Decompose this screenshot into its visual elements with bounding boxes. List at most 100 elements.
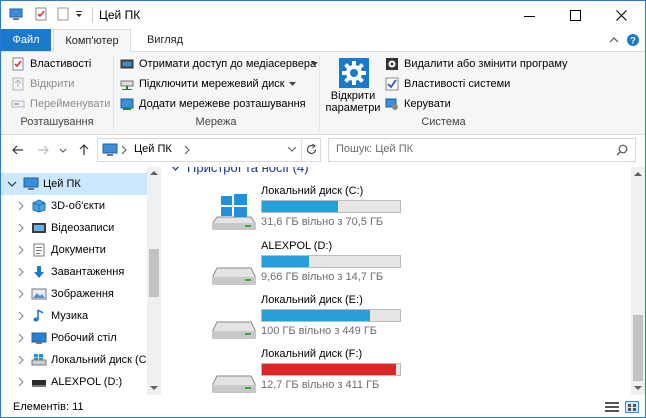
chevron-right-icon[interactable] (16, 245, 26, 255)
nav-item-alexpol-d[interactable]: ALEXPOL (D:) (1, 371, 149, 393)
chevron-right-icon[interactable] (16, 311, 26, 321)
nav-pane-scroll-thumb[interactable] (149, 249, 159, 297)
chevron-right-icon[interactable] (16, 377, 26, 387)
drive-name: Локальний диск (E:) (261, 294, 363, 306)
details-view-icon[interactable] (605, 401, 619, 413)
address-bar[interactable]: Цей ПК (97, 138, 321, 162)
maximize-button[interactable] (553, 1, 599, 29)
drive-tile-c[interactable]: Локальний диск (C:) 31,6 ГБ вільно з 70,… (211, 185, 411, 235)
back-arrow-icon[interactable] (11, 143, 25, 157)
nav-item-videos[interactable]: Відеозаписи (1, 217, 149, 239)
computer-icon (23, 177, 39, 190)
svg-text:?: ? (630, 36, 636, 46)
scroll-down-arrow-icon[interactable] (634, 385, 642, 391)
properties-quick-icon[interactable] (34, 7, 48, 21)
ribbon-group-network: Отримати доступ до медіасервера Підключи… (114, 52, 318, 134)
search-icon[interactable] (616, 144, 628, 156)
address-dropdown-icon[interactable] (288, 147, 296, 152)
ribbon-group-label-network: Мережа (195, 116, 237, 128)
drive-tile-d[interactable]: ALEXPOL (D:) 9,66 ГБ вільно з 14,7 ГБ (211, 240, 411, 290)
nav-item-3d-objects[interactable]: 3D-об'єкти (1, 195, 149, 217)
manage-icon (385, 98, 398, 110)
settings-gear-icon (339, 58, 369, 88)
nav-item-local-disk-c[interactable]: Локальний диск (C: (1, 349, 150, 371)
minimize-button[interactable] (507, 1, 553, 29)
ribbon-group-label-system: Система (421, 116, 466, 128)
maximize-icon (570, 10, 581, 21)
breadcrumb-chevron-icon[interactable] (184, 146, 190, 154)
scroll-up-arrow-icon[interactable] (150, 170, 158, 176)
chevron-down-icon[interactable] (171, 167, 180, 172)
content-scrollbar[interactable] (631, 167, 645, 395)
recent-locations-chevron-icon[interactable] (59, 143, 67, 157)
close-icon (616, 10, 627, 21)
content-area: Пристрої та носії (4) Локальний диск (C:… (161, 167, 645, 395)
chevron-right-icon[interactable] (16, 333, 26, 343)
large-icons-view-icon[interactable] (625, 401, 639, 413)
drive-usage-fill (262, 256, 309, 267)
navigation-pane: Цей ПК 3D-об'єкти Відеозаписи Документи … (1, 167, 161, 395)
refresh-icon[interactable] (305, 143, 318, 156)
windows-drive-icon (31, 354, 47, 366)
music-icon (33, 309, 44, 322)
breadcrumb-this-pc[interactable]: Цей ПК (134, 143, 172, 155)
open-settings-button[interactable]: Відкрити параметри (323, 56, 383, 114)
network-drive-icon (120, 80, 134, 90)
chevron-right-icon[interactable] (16, 223, 26, 233)
nav-item-music[interactable]: Музика (1, 305, 149, 327)
uninstall-icon (386, 58, 398, 70)
nav-item-downloads[interactable]: Завантаження (1, 261, 149, 283)
scroll-up-arrow-icon[interactable] (634, 171, 642, 177)
media-server-icon (120, 59, 134, 69)
drive-name: ALEXPOL (D:) (261, 240, 333, 252)
drive-free-space: 100 ГБ вільно з 449 ГБ (261, 325, 378, 337)
nav-item-desktop[interactable]: Робочий стіл (1, 327, 149, 349)
chevron-down-icon[interactable] (7, 179, 17, 189)
chevron-right-icon[interactable] (16, 355, 26, 365)
drive-icon (32, 380, 46, 387)
desktop-icon (31, 332, 47, 344)
chevron-down-icon (311, 62, 318, 66)
drive-icon (212, 267, 256, 285)
open-settings-label: Відкрити параметри (325, 90, 381, 114)
drive-icon (212, 321, 256, 339)
minimize-icon (524, 16, 535, 17)
up-arrow-icon[interactable] (77, 143, 91, 157)
chevron-up-icon[interactable] (607, 33, 621, 47)
drive-tile-e[interactable]: Локальний диск (E:) 100 ГБ вільно з 449 … (211, 294, 411, 344)
ribbon-panel: Властивості Відкрити Перейменувати Розта… (1, 52, 645, 135)
nav-pane-scrollbar[interactable] (147, 167, 161, 395)
tab-computer[interactable]: Комп'ютер (53, 29, 131, 53)
search-input[interactable]: Пошук: Цей ПК (328, 138, 636, 162)
chevron-right-icon[interactable] (16, 201, 26, 211)
drive-usage-fill (262, 201, 338, 212)
windows-drive-icon (212, 194, 256, 230)
nav-item-documents[interactable]: Документи (1, 239, 149, 261)
content-scroll-thumb[interactable] (633, 315, 643, 381)
computer-icon[interactable] (9, 7, 23, 21)
ribbon-separator (319, 56, 320, 130)
drive-usage-bar (261, 200, 401, 213)
drive-free-space: 31,6 ГБ вільно з 70,5 ГБ (261, 216, 384, 228)
close-button[interactable] (599, 1, 645, 29)
drive-tile-f[interactable]: Локальний диск (F:) 12,7 ГБ вільно з 411… (211, 348, 411, 395)
ribbon-group-system: Відкрити параметри Видалити або змінити … (321, 52, 581, 134)
ribbon-group-label-location: Розташування (20, 116, 94, 128)
scroll-down-arrow-icon[interactable] (150, 385, 158, 391)
chevron-right-icon[interactable] (16, 289, 26, 299)
help-icon[interactable]: ? (626, 33, 640, 47)
tab-view[interactable]: Вигляд (135, 29, 195, 51)
quick-access-dropdown-icon[interactable] (74, 7, 84, 21)
nav-item-pictures[interactable]: Зображення (1, 283, 149, 305)
explorer-window: Цей ПК Файл Комп'ютер Вигляд ? Властивос… (0, 0, 646, 418)
chevron-down-icon (289, 82, 296, 86)
chevron-right-icon[interactable] (16, 267, 26, 277)
tab-file[interactable]: Файл (1, 29, 51, 51)
new-folder-quick-icon[interactable] (56, 7, 70, 21)
drive-usage-bar (261, 255, 401, 268)
drive-name: Локальний диск (C:) (261, 185, 364, 197)
nav-item-this-pc[interactable]: Цей ПК (1, 173, 149, 195)
forward-arrow-icon[interactable] (36, 143, 50, 157)
address-separator (301, 139, 302, 161)
open-icon (12, 77, 24, 91)
